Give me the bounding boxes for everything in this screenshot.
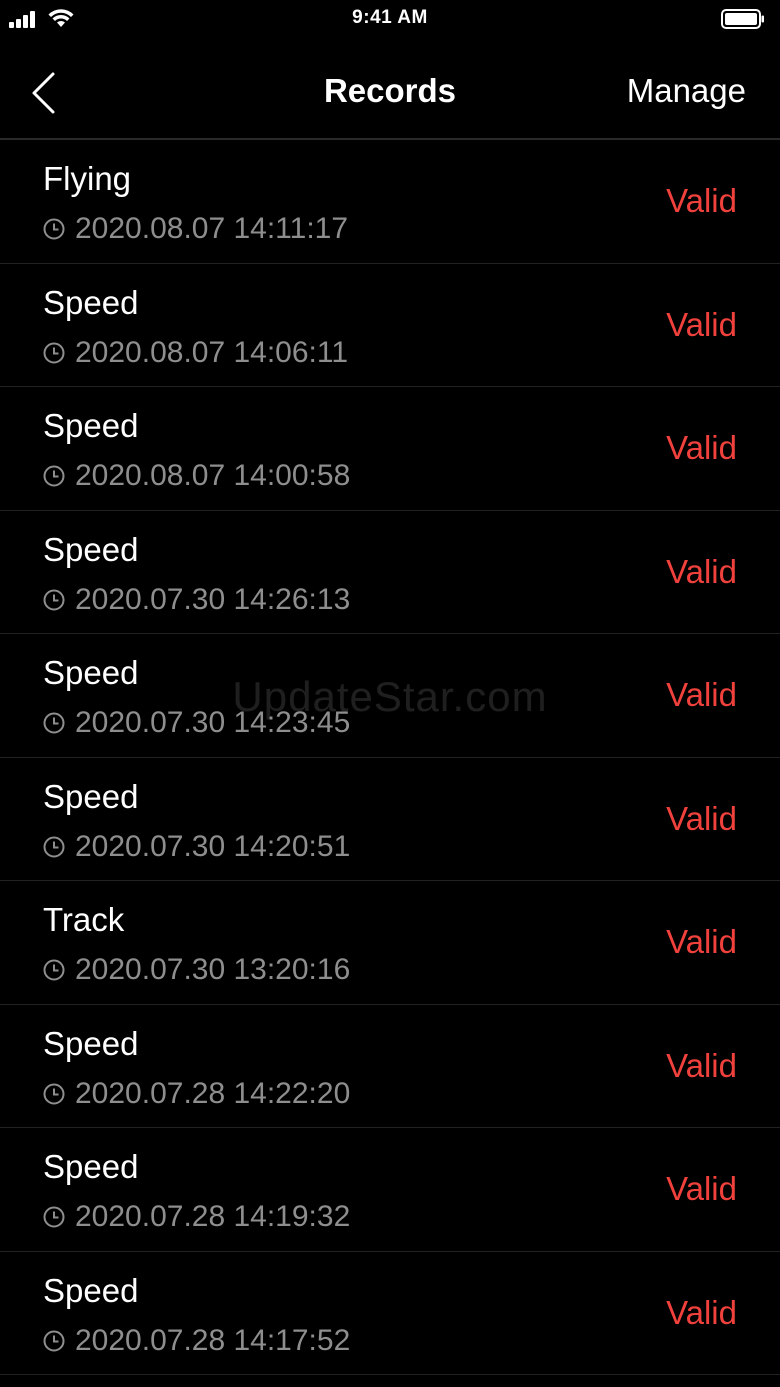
record-timestamp: 2020.07.28 14:19:32 — [42, 1200, 350, 1234]
record-type: Flying — [43, 160, 132, 197]
record-status: Valid — [666, 923, 737, 960]
record-row[interactable]: Speed 2020.07.28 14:17:52 Valid — [0, 1252, 780, 1375]
status-time: 9:41 AM — [352, 7, 428, 28]
clock-icon — [43, 1206, 65, 1228]
record-status: Valid — [666, 1170, 737, 1207]
record-timestamp: 2020.07.28 14:17:52 — [42, 1324, 350, 1358]
record-row[interactable]: Flying 2020.08.07 14:11:17 Valid — [0, 140, 780, 264]
record-type: Track — [43, 901, 125, 938]
record-timestamp-text: 2020.07.30 14:20:51 — [75, 829, 351, 863]
record-timestamp: 2020.07.30 14:26:13 — [42, 583, 350, 617]
record-timestamp-text: 2020.08.07 14:00:58 — [75, 459, 351, 492]
clock-icon — [43, 836, 65, 857]
record-status: Valid — [666, 305, 737, 343]
record-timestamp-text: 2020.07.30 14:26:13 — [75, 582, 351, 616]
status-bar: 9:41 AM — [0, 0, 780, 38]
clock-icon — [43, 712, 65, 734]
record-timestamp: 2020.07.30 14:23:45 — [42, 706, 350, 740]
record-type: Speed — [43, 283, 139, 321]
record-type: Speed — [43, 777, 139, 815]
record-type: Speed — [43, 1148, 139, 1185]
record-timestamp: 2020.08.07 14:11:17 — [42, 212, 348, 246]
battery-icon — [721, 9, 764, 29]
clock-icon — [43, 1083, 65, 1104]
record-timestamp-text: 2020.08.07 14:11:17 — [75, 212, 349, 245]
record-timestamp-text: 2020.07.30 13:20:16 — [75, 953, 351, 986]
record-status: Valid — [666, 1046, 737, 1084]
record-row[interactable]: Speed 2020.08.07 14:06:11 Valid — [0, 264, 780, 387]
record-status: Valid — [666, 552, 737, 590]
record-row[interactable]: Speed 2020.07.28 14:22:20 Valid — [0, 1005, 780, 1128]
record-status: Valid — [666, 1293, 737, 1331]
record-row[interactable]: Speed 2020.07.30 14:26:13 Valid — [0, 511, 780, 634]
record-timestamp-text: 2020.07.28 14:19:32 — [75, 1200, 351, 1233]
record-timestamp: 2020.08.07 14:00:58 — [42, 459, 350, 493]
record-status: Valid — [666, 676, 737, 713]
record-timestamp-text: 2020.07.30 14:23:45 — [75, 706, 351, 739]
clock-icon — [43, 218, 65, 240]
record-timestamp-text: 2020.07.28 14:22:20 — [75, 1076, 351, 1110]
record-status: Valid — [666, 429, 737, 466]
record-type: Speed — [43, 1271, 139, 1309]
record-timestamp-text: 2020.07.28 14:17:52 — [75, 1323, 351, 1357]
clock-icon — [43, 342, 65, 363]
clock-icon — [43, 959, 65, 981]
record-timestamp: 2020.07.28 14:22:20 — [42, 1077, 350, 1111]
record-timestamp-text: 2020.08.07 14:06:11 — [75, 335, 349, 369]
clock-icon — [43, 589, 65, 610]
record-timestamp: 2020.07.30 13:20:16 — [42, 953, 350, 987]
clock-icon — [43, 465, 65, 487]
record-status: Valid — [666, 182, 737, 219]
record-timestamp: 2020.08.07 14:06:11 — [42, 336, 348, 370]
record-row[interactable]: Speed 2020.07.30 14:20:51 Valid — [0, 758, 780, 881]
record-status: Valid — [666, 799, 737, 837]
record-row[interactable]: Speed 2020.08.07 14:00:58 Valid — [0, 387, 780, 511]
record-type: Speed — [43, 654, 139, 691]
records-list: Flying 2020.08.07 14:11:17 Valid Speed 2… — [0, 140, 780, 1375]
record-type: Speed — [43, 1024, 139, 1062]
navigation-bar: Records Manage — [0, 38, 780, 140]
clock-icon — [43, 1330, 65, 1351]
record-row[interactable]: Track 2020.07.30 13:20:16 Valid — [0, 881, 780, 1005]
record-row[interactable]: Speed 2020.07.28 14:19:32 Valid — [0, 1128, 780, 1252]
record-type: Speed — [43, 407, 139, 444]
record-type: Speed — [43, 530, 139, 568]
record-row[interactable]: Speed 2020.07.30 14:23:45 Valid — [0, 634, 780, 758]
record-timestamp: 2020.07.30 14:20:51 — [42, 830, 350, 864]
manage-button[interactable]: Manage — [627, 72, 746, 110]
